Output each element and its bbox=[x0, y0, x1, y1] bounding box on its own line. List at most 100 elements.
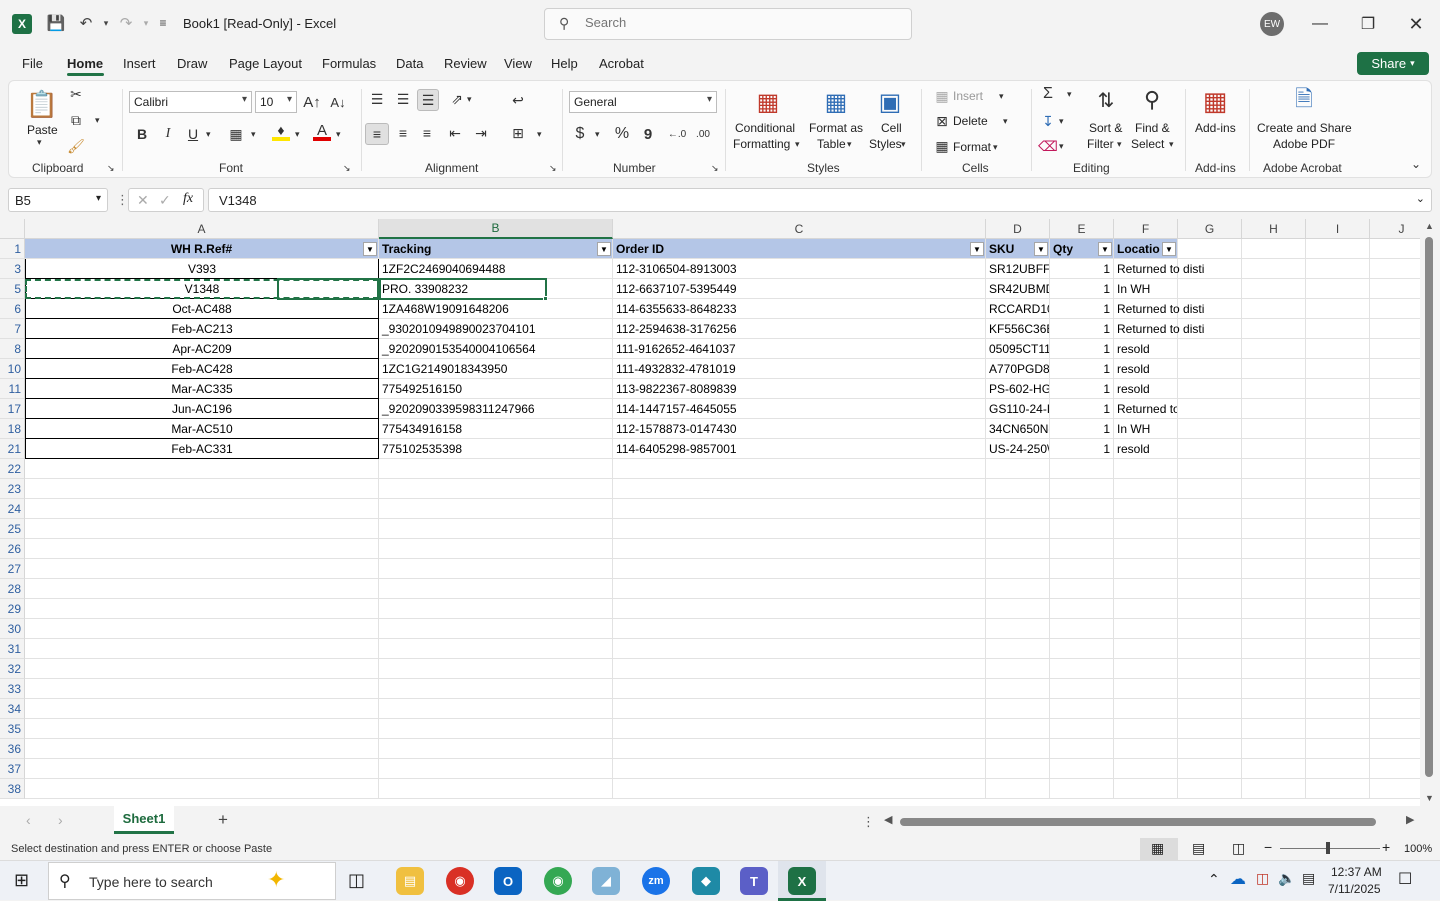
tab-draw[interactable]: Draw bbox=[177, 56, 207, 71]
table-cell[interactable]: PS-602-HG bbox=[986, 379, 1050, 399]
add-sheet-button[interactable]: + bbox=[218, 810, 228, 830]
zoom-in-icon[interactable]: + bbox=[1382, 839, 1390, 855]
customize-toolbar-icon[interactable]: ≡ bbox=[152, 12, 174, 34]
outlook-icon[interactable]: O bbox=[494, 867, 522, 895]
chevron-down-icon[interactable]: ▾ bbox=[795, 139, 800, 150]
chevron-down-icon[interactable]: ▾ bbox=[96, 193, 101, 204]
empty-cell[interactable] bbox=[1178, 559, 1242, 579]
increase-font-icon[interactable]: A↑ bbox=[303, 93, 321, 111]
empty-cell[interactable] bbox=[25, 619, 379, 639]
empty-cell[interactable] bbox=[1370, 459, 1420, 479]
empty-cell[interactable] bbox=[1306, 779, 1370, 799]
empty-cell[interactable] bbox=[1050, 759, 1114, 779]
chevron-down-icon[interactable]: ▾ bbox=[1059, 116, 1064, 127]
table-cell[interactable] bbox=[1306, 379, 1370, 399]
align-middle-icon[interactable]: ☰ bbox=[393, 89, 413, 109]
table-cell[interactable]: 775492516150 bbox=[379, 379, 613, 399]
empty-cell[interactable] bbox=[1178, 459, 1242, 479]
table-cell[interactable] bbox=[1242, 419, 1306, 439]
empty-cell[interactable] bbox=[1370, 559, 1420, 579]
empty-cell[interactable] bbox=[1050, 539, 1114, 559]
empty-cell[interactable] bbox=[1178, 779, 1242, 799]
empty-cell[interactable] bbox=[1178, 699, 1242, 719]
empty-cell[interactable] bbox=[613, 679, 986, 699]
table-cell[interactable] bbox=[1178, 399, 1242, 419]
confirm-icon[interactable]: ✓ bbox=[159, 192, 171, 209]
empty-cell[interactable] bbox=[25, 519, 379, 539]
horizontal-scroll-thumb[interactable] bbox=[900, 818, 1376, 826]
table-cell[interactable]: RCCARD10C bbox=[986, 299, 1050, 319]
insert-cells-icon[interactable]: ▦ bbox=[933, 87, 951, 105]
align-left-icon[interactable]: ≡ bbox=[365, 123, 389, 145]
delete-cells-icon[interactable]: ⊠ bbox=[933, 112, 951, 130]
table-cell[interactable] bbox=[1242, 259, 1306, 279]
table-cell[interactable]: 1 bbox=[1050, 399, 1114, 419]
dialog-launcher-icon[interactable]: ↘ bbox=[107, 163, 115, 174]
table-cell[interactable]: Oct-AC488 bbox=[25, 299, 379, 319]
empty-cell[interactable] bbox=[1114, 739, 1178, 759]
find-select-icon[interactable]: ⚲ bbox=[1137, 85, 1167, 115]
table-cell[interactable] bbox=[1178, 419, 1242, 439]
tab-acrobat[interactable]: Acrobat bbox=[599, 56, 644, 71]
table-cell[interactable]: Returned to disti bbox=[1114, 319, 1204, 339]
table-cell[interactable]: US-24-250\ bbox=[986, 439, 1050, 459]
name-box[interactable]: B5 ▾ bbox=[8, 188, 108, 212]
table-cell[interactable]: PRO. 33908232 bbox=[379, 279, 613, 299]
column-header-i[interactable]: I bbox=[1306, 219, 1370, 239]
table-cell[interactable]: Mar-AC510 bbox=[25, 419, 379, 439]
empty-cell[interactable] bbox=[1370, 699, 1420, 719]
row-header[interactable]: 17 bbox=[0, 399, 25, 419]
select-all-corner[interactable] bbox=[0, 219, 25, 239]
empty-cell[interactable] bbox=[1242, 619, 1306, 639]
table-cell[interactable] bbox=[1242, 339, 1306, 359]
table-header-cell[interactable]: SKU ▼ bbox=[986, 239, 1050, 259]
row-header[interactable]: 18 bbox=[0, 419, 25, 439]
insert-function-button[interactable]: fx bbox=[183, 191, 193, 207]
empty-cell[interactable] bbox=[1242, 499, 1306, 519]
empty-cell[interactable] bbox=[613, 699, 986, 719]
align-bottom-icon[interactable]: ☰ bbox=[417, 89, 439, 111]
table-cell[interactable] bbox=[1370, 419, 1420, 439]
table-cell[interactable]: 1ZF2C2469040694488 bbox=[379, 259, 613, 279]
decrease-font-icon[interactable]: A↓ bbox=[329, 93, 347, 111]
table-cell[interactable] bbox=[1242, 279, 1306, 299]
cancel-icon[interactable]: ✕ bbox=[137, 192, 149, 209]
table-cell[interactable]: 1 bbox=[1050, 259, 1114, 279]
row-header[interactable]: 38 bbox=[0, 779, 25, 799]
table-header-cell[interactable]: Locatio ▼ bbox=[1114, 239, 1178, 259]
empty-cell[interactable] bbox=[613, 619, 986, 639]
currency-button[interactable]: $ bbox=[571, 125, 589, 143]
sort-filter-label-2[interactable]: Filter bbox=[1087, 137, 1114, 151]
next-sheet-icon[interactable]: › bbox=[58, 812, 63, 828]
empty-cell[interactable] bbox=[1242, 719, 1306, 739]
taskbar-search[interactable]: ⚲ Type here to search ✦ bbox=[48, 862, 336, 900]
percent-button[interactable]: % bbox=[613, 125, 631, 143]
create-pdf-icon[interactable]: 🗎 bbox=[1289, 85, 1319, 117]
table-cell[interactable]: _9202090153540004106564 bbox=[379, 339, 613, 359]
table-cell[interactable]: SR42UBMD bbox=[986, 279, 1050, 299]
empty-cell[interactable] bbox=[1242, 779, 1306, 799]
table-cell[interactable] bbox=[1306, 439, 1370, 459]
table-cell[interactable] bbox=[1370, 259, 1420, 279]
empty-cell[interactable] bbox=[1306, 599, 1370, 619]
table-cell[interactable]: SR12UBFFD bbox=[986, 259, 1050, 279]
empty-cell[interactable] bbox=[986, 579, 1050, 599]
onedrive-icon[interactable]: ☁ bbox=[1230, 869, 1246, 889]
empty-cell[interactable] bbox=[1178, 659, 1242, 679]
table-cell[interactable]: 114-1447157-4645055 bbox=[613, 399, 986, 419]
table-cell[interactable] bbox=[1306, 279, 1370, 299]
chevron-down-icon[interactable]: ▾ bbox=[1067, 89, 1072, 100]
row-header[interactable]: 27 bbox=[0, 559, 25, 579]
tab-home[interactable]: Home bbox=[67, 56, 103, 71]
font-color-dropdown-icon[interactable]: ▾ bbox=[336, 129, 341, 140]
table-cell[interactable] bbox=[1242, 439, 1306, 459]
table-cell[interactable]: resold bbox=[1114, 439, 1178, 459]
empty-cell[interactable] bbox=[1050, 579, 1114, 599]
empty-cell[interactable] bbox=[379, 459, 613, 479]
empty-cell[interactable] bbox=[1178, 759, 1242, 779]
empty-cell[interactable] bbox=[986, 699, 1050, 719]
empty-cell[interactable] bbox=[1242, 539, 1306, 559]
chevron-down-icon[interactable]: ▾ bbox=[999, 91, 1004, 102]
empty-cell[interactable] bbox=[25, 499, 379, 519]
undo-dropdown-icon[interactable]: ▾ bbox=[95, 12, 117, 34]
